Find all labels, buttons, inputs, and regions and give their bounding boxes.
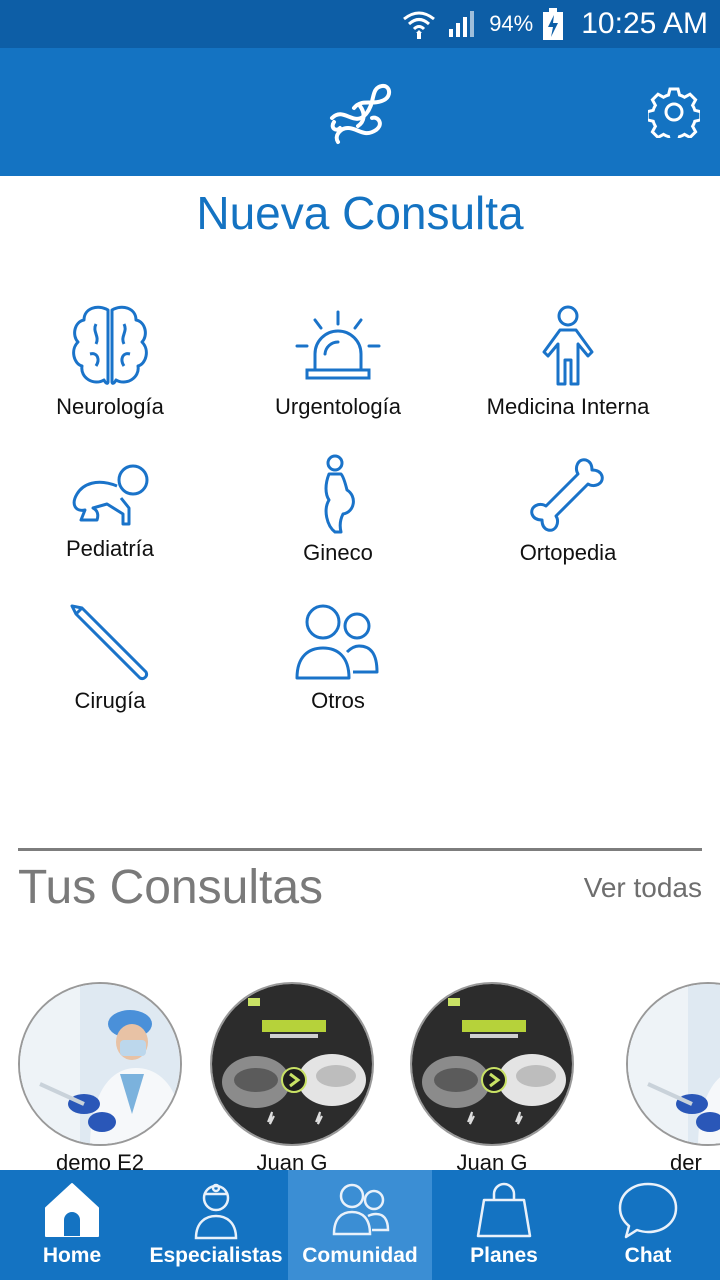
status-bar: 94% 10:25 AM xyxy=(0,0,720,48)
nav-planes[interactable]: Planes xyxy=(432,1170,576,1280)
crawling-baby-icon xyxy=(72,464,149,526)
brain-icon xyxy=(72,305,148,385)
category-label: Cirugía xyxy=(74,688,146,713)
group-icon xyxy=(295,604,379,680)
consulta-avatar[interactable] xyxy=(210,982,374,1146)
nav-label: Chat xyxy=(624,1244,672,1267)
doctor-icon xyxy=(194,1183,238,1240)
battery-percentage: 94% xyxy=(489,11,534,36)
bone-icon xyxy=(530,458,604,532)
pregnant-icon xyxy=(324,454,355,534)
category-label: Medicina Interna xyxy=(486,394,650,419)
nav-label: Home xyxy=(42,1244,102,1267)
section-title: Tus Consultas xyxy=(18,861,324,914)
category-otros[interactable]: Otros xyxy=(228,602,448,714)
category-neurologia[interactable]: Neurología xyxy=(0,304,220,420)
category-urgentologia[interactable]: Urgentología xyxy=(228,304,448,420)
category-label: Ortopedia xyxy=(519,540,617,565)
clock: 10:25 AM xyxy=(581,7,708,40)
see-all-link[interactable]: Ver todas xyxy=(584,872,702,904)
consulta-avatar-partial[interactable] xyxy=(626,982,720,1146)
nav-home[interactable]: Home xyxy=(0,1170,144,1280)
nav-especialistas[interactable]: Especialistas xyxy=(144,1170,288,1280)
consulta-avatar[interactable] xyxy=(410,982,574,1146)
nav-label: Comunidad xyxy=(302,1244,418,1267)
category-medicina-interna[interactable]: Medicina Interna xyxy=(458,304,678,420)
consulta-avatar[interactable] xyxy=(18,982,182,1146)
signal-icon xyxy=(449,11,475,37)
siren-icon xyxy=(295,310,381,380)
category-gineco[interactable]: Gineco xyxy=(228,454,448,566)
doctor-photo xyxy=(20,984,180,1144)
section-divider xyxy=(18,848,702,851)
app-bar xyxy=(0,48,720,176)
chat-bubble-icon xyxy=(618,1182,678,1239)
helmet-promo-image xyxy=(212,984,372,1144)
bottom-navigation: Home Especialistas Comunidad Planes Chat xyxy=(0,1170,720,1280)
nav-comunidad[interactable]: Comunidad xyxy=(288,1170,432,1280)
category-cirugia[interactable]: Cirugía xyxy=(0,602,220,714)
gear-icon[interactable] xyxy=(648,86,700,138)
dna-logo-icon xyxy=(330,84,391,144)
battery-charging-icon xyxy=(543,8,564,40)
home-icon xyxy=(45,1183,99,1237)
category-label: Neurología xyxy=(56,394,164,419)
doctor-photo xyxy=(628,984,720,1144)
scalpel-icon xyxy=(70,604,148,680)
nav-label: Especialistas xyxy=(149,1244,283,1267)
page-title: Nueva Consulta xyxy=(196,187,524,239)
category-label: Pediatría xyxy=(65,536,155,561)
nav-label: Planes xyxy=(470,1244,538,1267)
category-ortopedia[interactable]: Ortopedia xyxy=(458,454,678,566)
wifi-icon xyxy=(403,11,436,39)
community-icon xyxy=(332,1183,390,1236)
category-label: Urgentología xyxy=(275,394,401,419)
person-icon xyxy=(542,305,594,386)
nav-chat[interactable]: Chat xyxy=(576,1170,720,1280)
category-pediatria[interactable]: Pediatría xyxy=(0,454,220,562)
helmet-promo-image xyxy=(412,984,572,1144)
category-label: Gineco xyxy=(303,540,373,565)
shopping-bag-icon xyxy=(476,1182,532,1238)
category-label: Otros xyxy=(311,688,365,713)
